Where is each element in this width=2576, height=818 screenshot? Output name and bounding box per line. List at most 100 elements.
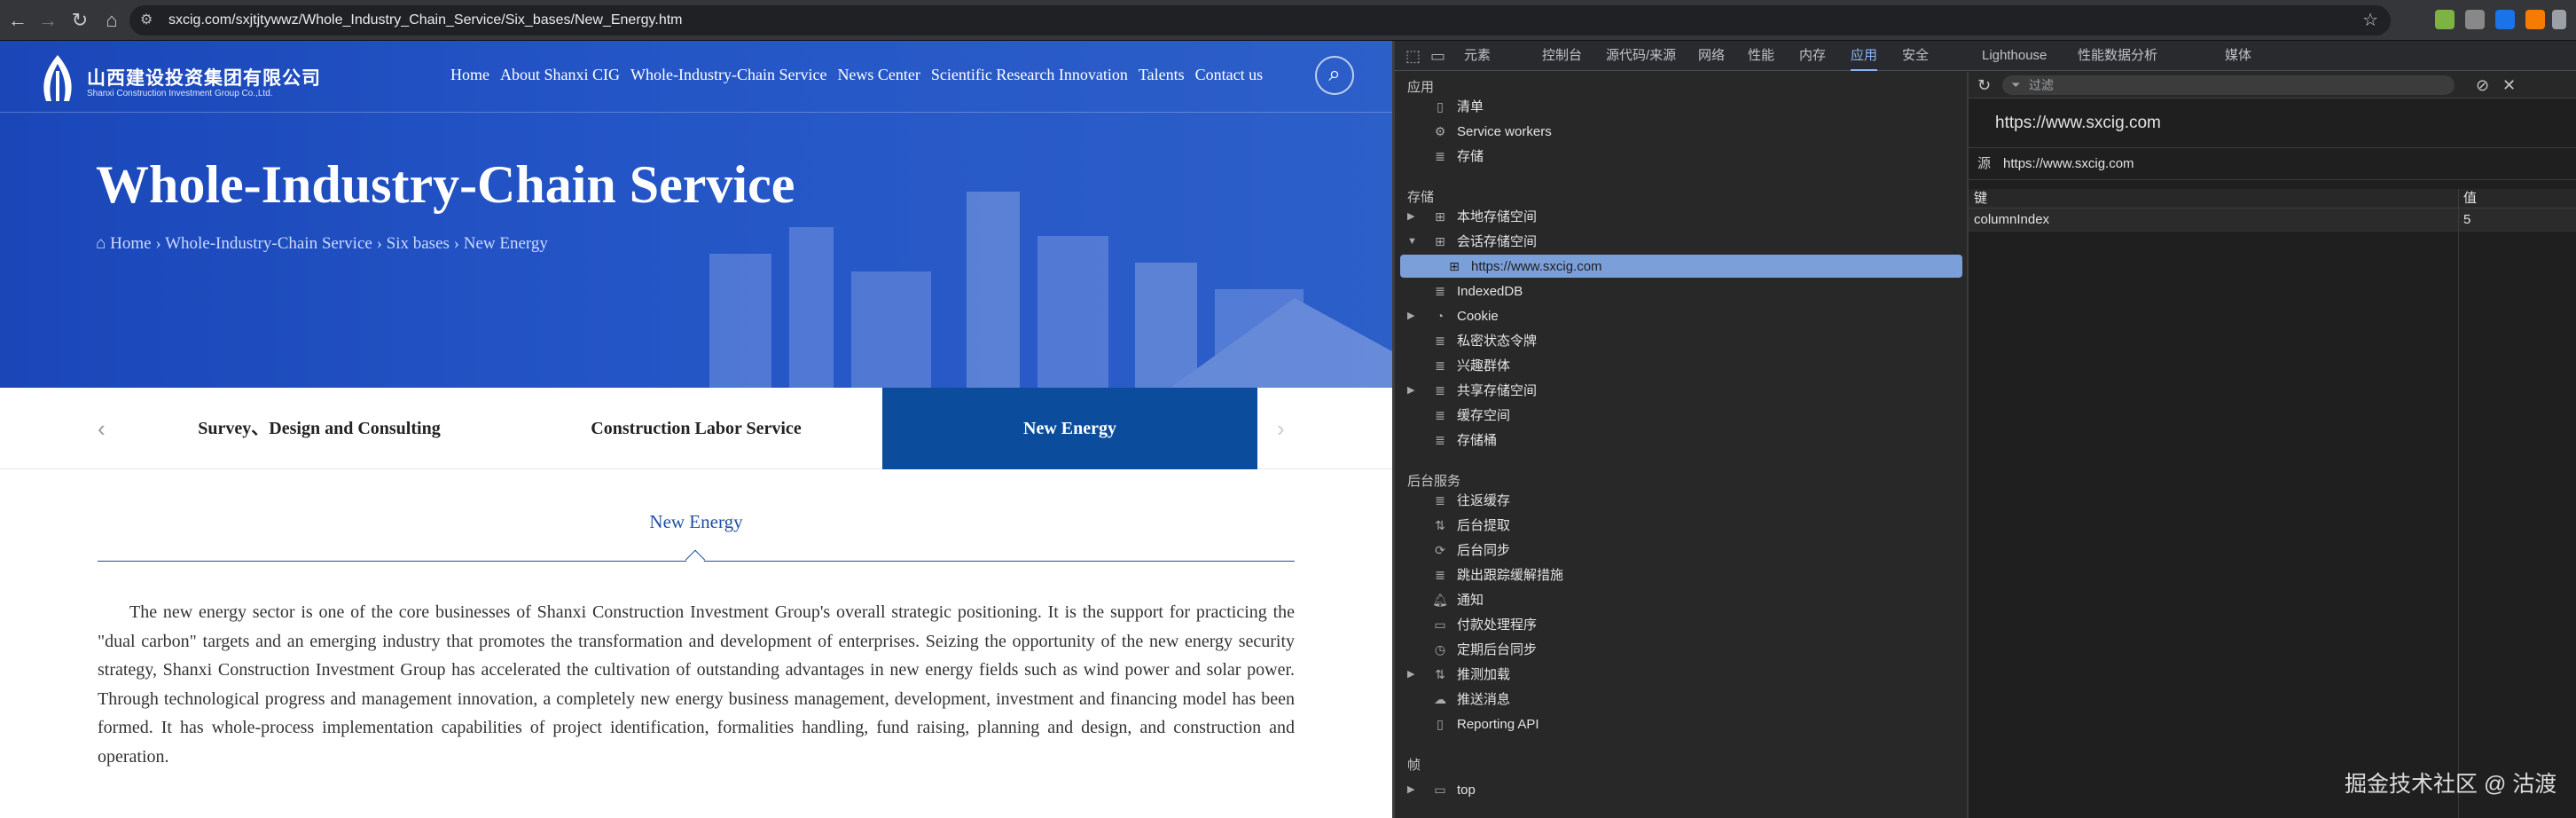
- sidebar-item-private-state-tokens[interactable]: ≣ 私密状态令牌: [1430, 329, 1537, 352]
- tab-lighthouse[interactable]: Lighthouse: [1982, 41, 2047, 71]
- breadcrumb-new-energy[interactable]: New Energy: [464, 234, 548, 253]
- table-cell-key[interactable]: columnIndex: [1969, 208, 2458, 232]
- tabs-prev-icon[interactable]: ‹: [98, 388, 106, 469]
- sidebar-item-manifest[interactable]: ▯ 清单: [1430, 95, 1484, 118]
- sidebar-item-local-storage[interactable]: ▶ ⊞ 本地存储空间: [1407, 205, 1537, 228]
- table-cell-value[interactable]: 5: [2458, 208, 2576, 232]
- sidebar-item-background-sync[interactable]: ⟳ 后台同步: [1430, 539, 1510, 562]
- sidebar-item-periodic-sync[interactable]: ◷ 定期后台同步: [1430, 638, 1537, 661]
- profile-icon[interactable]: [2552, 10, 2566, 29]
- nav-about[interactable]: About Shanxi CIG: [500, 66, 620, 83]
- expand-arrow-icon[interactable]: ▶: [1407, 663, 1414, 686]
- sidebar-item-storage-buckets[interactable]: ≣ 存储桶: [1430, 429, 1497, 452]
- bookmark-star-icon[interactable]: ☆: [2362, 5, 2378, 35]
- tab-application[interactable]: 应用: [1851, 41, 1878, 71]
- tabs-next-icon[interactable]: ›: [1277, 388, 1285, 469]
- sidebar-item-service-workers[interactable]: ⚙ Service workers: [1430, 120, 1552, 143]
- devtools-panel: ⬚ ▭ 元素 控制台 源代码/来源 网络 性能 内存 应用 安全 Lightho…: [1392, 41, 2576, 818]
- tab-network[interactable]: 网络: [1698, 41, 1725, 71]
- sidebar-item-cookie[interactable]: ▶ ◔ Cookie: [1407, 304, 1499, 327]
- nav-research-innovation[interactable]: Scientific Research Innovation: [931, 66, 1128, 83]
- sidebar-item-bfcache[interactable]: ≣ 往返缓存: [1430, 489, 1510, 512]
- sidebar-item-payment-handler[interactable]: ▭ 付款处理程序: [1430, 613, 1537, 636]
- tab-survey-design[interactable]: Survey、Design and Consulting: [142, 388, 497, 469]
- tab-memory[interactable]: 内存: [1799, 41, 1826, 71]
- database-icon: ≣: [1435, 383, 1445, 397]
- sidebar-item-shared-storage[interactable]: ▶ ≣ 共享存储空间: [1407, 379, 1537, 402]
- fetch-arrows-icon: ⇅: [1435, 518, 1445, 532]
- delete-selected-icon[interactable]: ✕: [2502, 72, 2516, 98]
- collapse-arrow-icon[interactable]: ▼: [1407, 230, 1417, 253]
- breadcrumb-six-bases[interactable]: Six bases: [387, 234, 450, 253]
- device-toolbar-icon[interactable]: ▭: [1430, 41, 1445, 71]
- tab-new-energy[interactable]: New Energy: [882, 388, 1257, 469]
- address-bar[interactable]: ⚙ sxcig.com/sxjtjtywwz/Whole_Industry_Ch…: [129, 5, 2391, 35]
- breadcrumb-separator: ›: [449, 234, 464, 253]
- sync-icon: ⟳: [1435, 543, 1445, 557]
- sidebar-item-speculative-loads[interactable]: ▶ ⇅ 推测加载: [1407, 663, 1510, 686]
- filter-input[interactable]: ⏷ 过滤: [2002, 75, 2455, 95]
- extension-icon[interactable]: [2495, 10, 2515, 29]
- breadcrumb-whole-industry[interactable]: Whole-Industry-Chain Service: [165, 234, 372, 253]
- tab-media[interactable]: 媒体: [2225, 41, 2251, 71]
- expand-arrow-icon[interactable]: ▶: [1407, 304, 1414, 327]
- extension-icon[interactable]: [2465, 10, 2485, 29]
- tab-sources[interactable]: 源代码/来源: [1606, 41, 1676, 71]
- nav-home[interactable]: Home: [450, 66, 489, 83]
- header-divider: [0, 112, 1392, 113]
- sidebar-item-frame-top[interactable]: ▶ ▭ top: [1407, 778, 1476, 801]
- column-header-value[interactable]: 值: [2458, 187, 2477, 210]
- nav-news-center[interactable]: News Center: [837, 66, 920, 83]
- sidebar-item-background-fetch[interactable]: ⇅ 后台提取: [1430, 514, 1510, 537]
- refresh-icon[interactable]: ↻: [1977, 72, 1991, 98]
- reload-icon[interactable]: ↻: [66, 0, 94, 41]
- extension-icon[interactable]: [2525, 10, 2545, 29]
- tab-security[interactable]: 安全: [1902, 41, 1929, 71]
- sidebar-item-session-storage[interactable]: ▼ ⊞ 会话存储空间: [1407, 230, 1537, 253]
- clear-all-icon[interactable]: ⊘: [2476, 72, 2489, 98]
- expand-arrow-icon[interactable]: ▶: [1407, 778, 1414, 801]
- frame-icon: ▭: [1434, 783, 1446, 797]
- tab-console[interactable]: 控制台: [1542, 41, 1582, 71]
- inspect-element-icon[interactable]: ⬚: [1405, 41, 1421, 71]
- forward-icon[interactable]: →: [34, 0, 62, 41]
- nav-whole-industry-chain[interactable]: Whole-Industry-Chain Service: [630, 66, 826, 83]
- sidebar-item-session-origin[interactable]: ⊞ https://www.sxcig.com: [1445, 255, 1601, 278]
- breadcrumb-home[interactable]: Home: [110, 234, 151, 253]
- sidebar-item-interest-groups[interactable]: ≣ 兴趣群体: [1430, 354, 1510, 377]
- search-button[interactable]: ⌕: [1315, 56, 1354, 95]
- document-icon: ▯: [1437, 717, 1444, 731]
- tab-elements[interactable]: 元素: [1464, 41, 1491, 71]
- home-icon[interactable]: ⌂: [98, 0, 126, 41]
- tab-performance[interactable]: 性能: [1748, 41, 1774, 71]
- expand-arrow-icon[interactable]: ▶: [1407, 205, 1414, 228]
- back-icon[interactable]: ←: [4, 0, 32, 41]
- key-value-table: 键 值 columnIndex 5: [1969, 189, 2576, 818]
- site-logo[interactable]: 山西建设投资集团有限公司 Shanxi Construction Investm…: [35, 53, 320, 106]
- sidebar-item-notifications[interactable]: 🔔︎ 通知: [1430, 588, 1484, 611]
- cookie-icon: ◔: [1436, 309, 1445, 323]
- database-icon: ≣: [1435, 149, 1445, 163]
- sidebar-item-storage[interactable]: ≣ 存储: [1430, 145, 1484, 168]
- sidebar-item-push-messaging[interactable]: ☁ 推送消息: [1430, 688, 1510, 711]
- site-info-icon[interactable]: ⚙: [140, 5, 153, 35]
- column-divider: [2458, 189, 2459, 818]
- tab-construction-labor[interactable]: Construction Labor Service: [514, 388, 878, 469]
- content-divider-caret: [685, 549, 706, 570]
- gears-icon: ⚙: [1434, 124, 1446, 138]
- sidebar-item-bounce-tracking[interactable]: ≣ 跳出跟踪缓解措施: [1430, 563, 1563, 586]
- sidebar-item-indexeddb[interactable]: ≣ IndexedDB: [1430, 279, 1523, 303]
- bell-icon: 🔔︎: [1432, 593, 1448, 607]
- nav-talents[interactable]: Talents: [1139, 66, 1185, 83]
- origin-info: 源 https://www.sxcig.com: [1969, 148, 2576, 180]
- column-header-key[interactable]: 键: [1969, 187, 1987, 210]
- sidebar-item-reporting-api[interactable]: ▯ Reporting API: [1430, 712, 1539, 735]
- database-icon: ≣: [1435, 358, 1445, 373]
- expand-arrow-icon[interactable]: ▶: [1407, 379, 1414, 402]
- sidebar-item-cache-storage[interactable]: ≣ 缓存空间: [1430, 404, 1510, 427]
- tab-performance-insights[interactable]: 性能数据分析: [2078, 41, 2157, 71]
- page-title: Whole-Industry-Chain Service: [96, 155, 795, 214]
- sub-tabs: ‹ Survey、Design and Consulting Construct…: [0, 388, 1392, 469]
- nav-contact[interactable]: Contact us: [1195, 66, 1264, 83]
- extension-icon[interactable]: [2435, 10, 2455, 29]
